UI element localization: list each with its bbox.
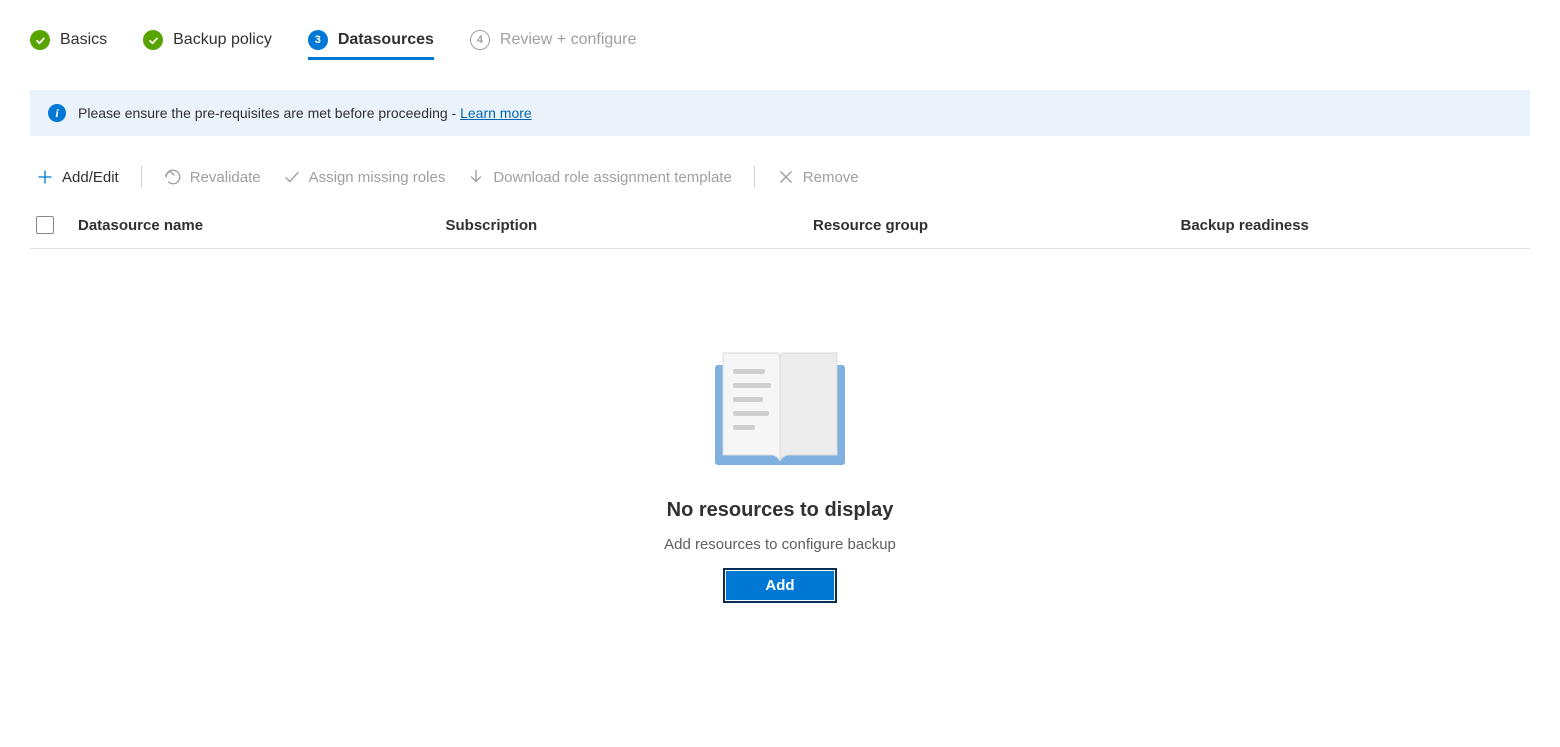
assign-roles-button: Assign missing roles xyxy=(283,168,446,186)
table-header: Datasource name Subscription Resource gr… xyxy=(30,206,1530,249)
book-icon xyxy=(705,339,855,469)
step-review-configure[interactable]: 4 Review + configure xyxy=(470,30,637,60)
step-number-icon: 4 xyxy=(470,30,490,50)
download-button: Download role assignment template xyxy=(467,168,731,186)
info-icon: i xyxy=(48,104,66,122)
step-datasources[interactable]: 3 Datasources xyxy=(308,30,434,60)
toolbar-separator xyxy=(141,166,142,188)
add-button[interactable]: Add xyxy=(726,571,833,600)
toolbar-label: Remove xyxy=(803,169,859,186)
step-label: Review + configure xyxy=(500,31,637,49)
wizard-stepper: Basics Backup policy 3 Datasources 4 Rev… xyxy=(30,30,1530,60)
remove-button: Remove xyxy=(777,168,859,186)
column-header-resource-group[interactable]: Resource group xyxy=(813,217,1157,234)
checkmark-icon xyxy=(283,168,301,186)
toolbar-label: Add/Edit xyxy=(62,169,119,186)
toolbar-label: Download role assignment template xyxy=(493,169,731,186)
check-icon xyxy=(143,30,163,50)
close-icon xyxy=(777,168,795,186)
learn-more-link[interactable]: Learn more xyxy=(460,105,532,121)
column-header-backup-readiness[interactable]: Backup readiness xyxy=(1181,217,1525,234)
step-backup-policy[interactable]: Backup policy xyxy=(143,30,272,60)
revalidate-button: Revalidate xyxy=(164,168,261,186)
check-icon xyxy=(30,30,50,50)
column-header-subscription[interactable]: Subscription xyxy=(446,217,790,234)
step-number-icon: 3 xyxy=(308,30,328,50)
refresh-icon xyxy=(164,168,182,186)
empty-subtitle: Add resources to configure backup xyxy=(30,536,1530,553)
empty-state: No resources to display Add resources to… xyxy=(30,249,1530,600)
select-all-checkbox[interactable] xyxy=(36,216,54,234)
toolbar: Add/Edit Revalidate Assign missing roles… xyxy=(30,166,1530,188)
info-text: Please ensure the pre-requisites are met… xyxy=(78,105,532,121)
step-basics[interactable]: Basics xyxy=(30,30,107,60)
info-message: Please ensure the pre-requisites are met… xyxy=(78,105,460,121)
download-icon xyxy=(467,168,485,186)
toolbar-label: Assign missing roles xyxy=(309,169,446,186)
step-label: Basics xyxy=(60,31,107,49)
step-label: Backup policy xyxy=(173,31,272,49)
empty-title: No resources to display xyxy=(30,499,1530,522)
toolbar-label: Revalidate xyxy=(190,169,261,186)
info-banner: i Please ensure the pre-requisites are m… xyxy=(30,90,1530,136)
toolbar-separator xyxy=(754,166,755,188)
add-edit-button[interactable]: Add/Edit xyxy=(36,168,119,186)
column-header-datasource-name[interactable]: Datasource name xyxy=(78,217,422,234)
step-label: Datasources xyxy=(338,31,434,49)
plus-icon xyxy=(36,168,54,186)
